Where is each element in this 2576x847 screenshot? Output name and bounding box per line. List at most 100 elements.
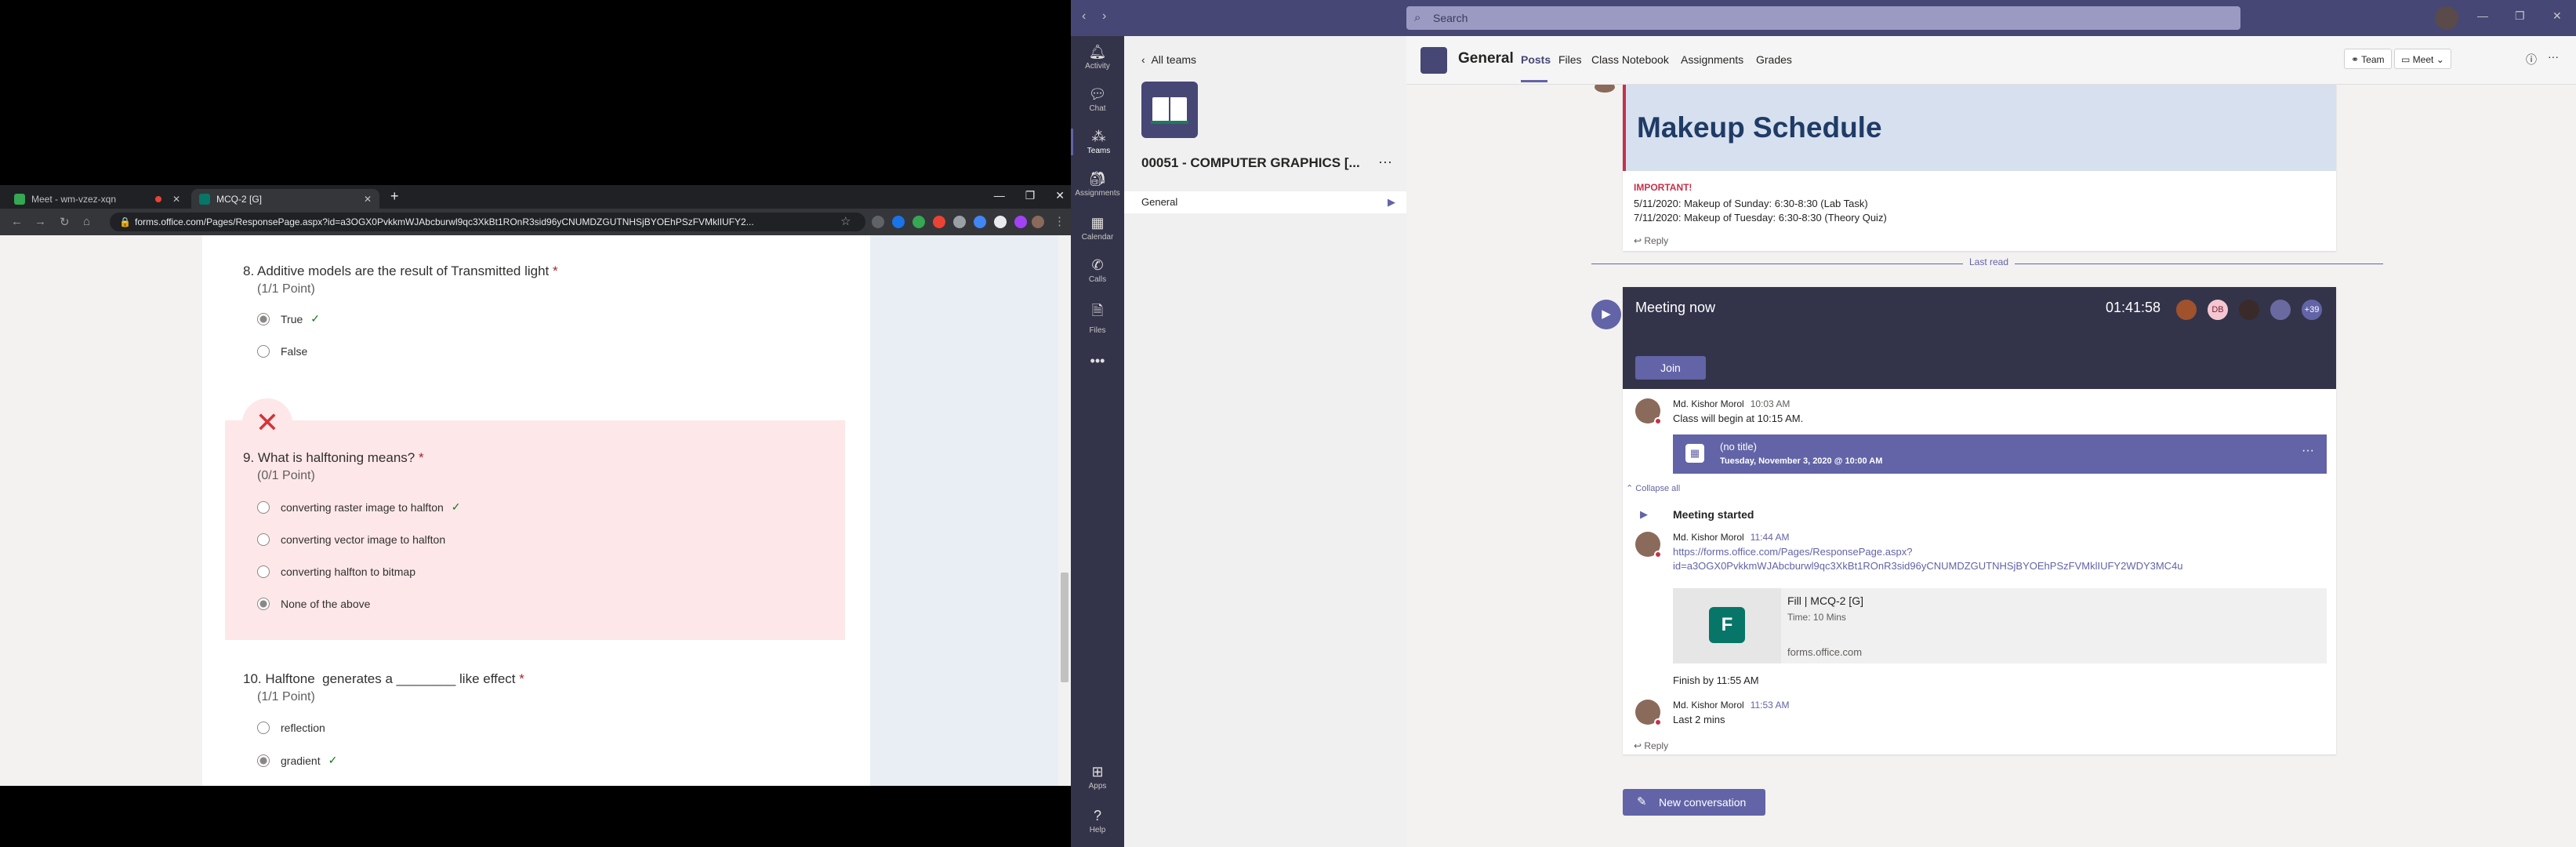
tab-assignments[interactable]: Assignments — [1681, 53, 1743, 66]
team-more-icon[interactable]: ··· — [1378, 154, 1392, 170]
form-link[interactable]: https://forms.office.com/Pages/ResponseP… — [1673, 546, 2316, 558]
option-true[interactable]: True ✓ — [257, 312, 320, 325]
more-apps-button[interactable]: ••• — [1071, 353, 1124, 371]
rail-assignments[interactable]: 🎒︎ Assignments — [1071, 171, 1124, 198]
extension-icon[interactable] — [953, 216, 966, 228]
home-icon[interactable]: ⌂ — [83, 215, 90, 228]
reply-button[interactable]: ↩ Reply — [1634, 235, 1668, 246]
participant-avatar — [2269, 298, 2292, 322]
form-link[interactable]: id=a3OGX0PvkkmWJAbcburwl9qc3XkBt1ROnR3si… — [1673, 560, 2316, 572]
user-avatar[interactable] — [2435, 6, 2458, 30]
back-icon[interactable]: ← — [11, 215, 23, 228]
rail-calls[interactable]: ✆ Calls — [1071, 257, 1124, 284]
chevron-left-icon: ‹ — [1141, 53, 1145, 66]
teams-titlebar: ‹ › ⌕ Search — ❐ ✕ — [1071, 0, 2576, 36]
minimize-icon[interactable]: — — [2477, 9, 2488, 22]
rail-teams[interactable]: ⁂ Teams — [1071, 129, 1124, 155]
tab-files[interactable]: Files — [1558, 53, 1582, 66]
team-name[interactable]: 00051 - COMPUTER GRAPHICS [... — [1141, 155, 1369, 171]
option-label: reflection — [281, 722, 325, 734]
radio-unselected[interactable] — [257, 565, 270, 578]
rail-apps[interactable]: ⊞ Apps — [1071, 764, 1124, 791]
event-more-icon[interactable]: ··· — [2302, 444, 2314, 458]
back-icon[interactable]: ‹ — [1082, 9, 1086, 24]
option-vector[interactable]: converting vector image to halfton — [257, 533, 445, 546]
new-conversation-button[interactable]: ✎ New conversation — [1623, 789, 1765, 816]
meet-button[interactable]: ▭ Meet ⌄ — [2394, 49, 2451, 69]
more-participants-badge[interactable]: +39 — [2300, 298, 2324, 322]
presence-dot — [1654, 417, 1662, 425]
radio-unselected[interactable] — [257, 345, 270, 358]
radio-selected[interactable] — [257, 312, 270, 325]
rail-calendar[interactable]: ▦ Calendar — [1071, 215, 1124, 242]
tab-posts[interactable]: Posts — [1521, 53, 1551, 66]
collapse-all-link[interactable]: ⌃ Collapse all — [1626, 483, 1680, 493]
active-tab-indicator — [1521, 80, 1547, 82]
tab-mcq[interactable]: MCQ-2 [G] ✕ — [191, 189, 379, 209]
rail-files[interactable]: 🗎︎ Files — [1071, 301, 1124, 335]
reply-icon: ↩ — [1634, 235, 1645, 246]
close-window-icon[interactable]: ✕ — [1055, 189, 1065, 202]
url-text: forms.office.com/Pages/ResponsePage.aspx… — [135, 216, 754, 227]
menu-kebab-icon[interactable]: ⋮ — [1054, 214, 1065, 228]
window-controls: — ❐ ✕ — [994, 189, 1065, 202]
link-preview-card[interactable]: F Fill | MCQ-2 [G] Time: 10 Mins forms.o… — [1673, 588, 2327, 663]
extensions-puzzle-icon[interactable] — [994, 216, 1007, 228]
author-avatar — [1635, 532, 1662, 558]
all-teams-link[interactable]: ‹ All teams — [1141, 53, 1196, 66]
author-name: Md. Kishor Morol — [1673, 700, 1744, 711]
restore-icon[interactable]: ❐ — [1025, 189, 1036, 202]
reply-button[interactable]: ↩ Reply — [1634, 740, 1668, 751]
scrollbar-thumb[interactable] — [1061, 573, 1068, 682]
team-button[interactable]: ⚭ Team — [2344, 49, 2392, 69]
rail-label: Help — [1089, 826, 1106, 834]
minimize-icon[interactable]: — — [994, 189, 1005, 202]
radio-selected[interactable] — [257, 598, 270, 610]
option-gradient[interactable]: gradient ✓ — [257, 754, 337, 767]
tab-class-notebook[interactable]: Class Notebook — [1591, 53, 1669, 66]
forward-icon[interactable]: › — [1102, 9, 1106, 24]
bell-icon: 🔔︎ — [1088, 44, 1107, 60]
bookmark-star-icon[interactable]: ☆ — [840, 214, 851, 228]
address-bar[interactable]: 🔒 forms.office.com/Pages/ResponsePage.as… — [110, 213, 865, 231]
meeting-event-card[interactable]: ▦ (no title) Tuesday, November 3, 2020 @… — [1673, 434, 2327, 474]
option-false[interactable]: False — [257, 345, 307, 358]
radio-unselected[interactable] — [257, 500, 270, 514]
extension-icon[interactable] — [872, 216, 884, 228]
more-options-icon[interactable]: ··· — [2548, 50, 2559, 63]
rail-chat[interactable]: 💬︎ Chat — [1071, 86, 1124, 113]
new-tab-button[interactable]: + — [390, 188, 399, 205]
profile-avatar[interactable] — [1032, 216, 1044, 228]
extension-icon[interactable] — [933, 216, 945, 228]
radio-selected[interactable] — [257, 754, 270, 767]
reply-label: Reply — [1644, 235, 1669, 246]
search-box[interactable]: ⌕ Search — [1406, 6, 2240, 30]
radio-unselected[interactable] — [257, 533, 270, 546]
tab-meet[interactable]: Meet - wm-vzez-xqn ✕ — [6, 189, 188, 209]
info-icon[interactable]: ⓘ — [2526, 52, 2537, 67]
extension-icon[interactable] — [974, 216, 986, 228]
maximize-icon[interactable]: ❐ — [2515, 9, 2525, 23]
extension-icon[interactable] — [892, 216, 905, 228]
radio-unselected[interactable] — [257, 722, 270, 734]
required-mark: * — [519, 671, 524, 686]
rail-help[interactable]: ? Help — [1071, 808, 1124, 834]
option-raster[interactable]: converting raster image to halfton ✓ — [257, 500, 461, 514]
option-none[interactable]: None of the above — [257, 598, 370, 610]
option-bitmap[interactable]: converting halfton to bitmap — [257, 565, 415, 578]
meeting-title: Meeting now — [1635, 300, 1716, 315]
join-button[interactable]: Join — [1635, 356, 1706, 380]
checkmark-icon: ✓ — [451, 500, 461, 513]
tab-grades[interactable]: Grades — [1756, 53, 1792, 66]
rail-activity[interactable]: 🔔︎ Activity — [1071, 44, 1124, 71]
extension-icon[interactable] — [912, 216, 925, 228]
page-scrollbar[interactable] — [1058, 235, 1071, 786]
channel-general[interactable]: General ▶ — [1124, 191, 1406, 213]
forward-icon[interactable]: → — [34, 215, 46, 228]
extension-icon[interactable] — [1014, 216, 1027, 228]
close-tab-icon[interactable]: ✕ — [364, 194, 372, 205]
option-reflection[interactable]: reflection — [257, 722, 325, 734]
close-window-icon[interactable]: ✕ — [2552, 9, 2562, 23]
close-tab-icon[interactable]: ✕ — [172, 194, 180, 205]
reload-icon[interactable]: ↻ — [60, 215, 70, 229]
